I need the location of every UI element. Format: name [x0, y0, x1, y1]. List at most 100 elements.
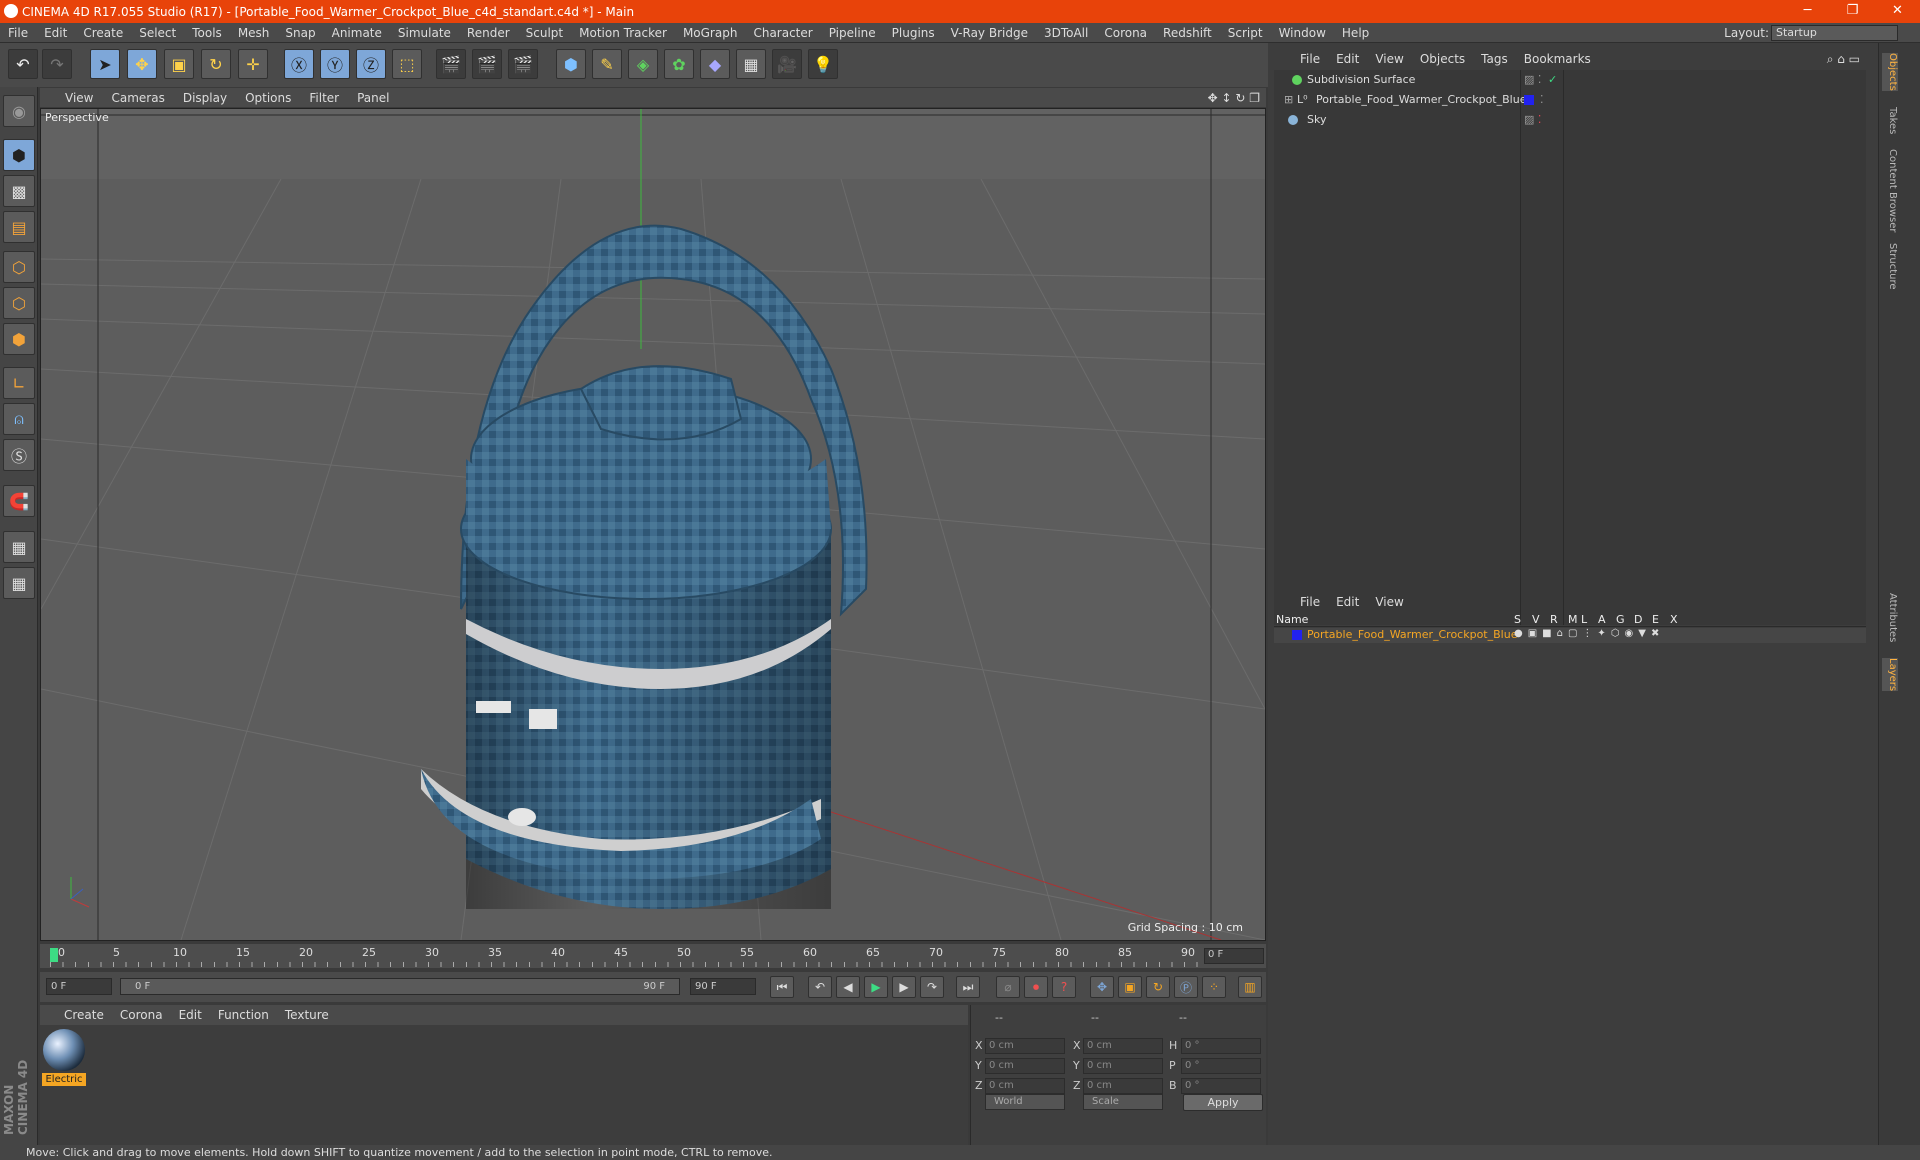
layer-menu-file[interactable]: File	[1292, 595, 1328, 609]
menu-create[interactable]: Create	[75, 26, 131, 40]
mat-menu-corona[interactable]: Corona	[112, 1008, 171, 1022]
menu-help[interactable]: Help	[1334, 26, 1377, 40]
menu-window[interactable]: Window	[1271, 26, 1334, 40]
camera-icon[interactable]: 🎥	[772, 49, 802, 79]
layer-menu-edit[interactable]: Edit	[1328, 595, 1367, 609]
tab-attributes[interactable]: Attributes	[1882, 593, 1898, 642]
menu-mograph[interactable]: MoGraph	[675, 26, 746, 40]
render-view-icon[interactable]: 🎬	[436, 49, 466, 79]
menu-render[interactable]: Render	[459, 26, 518, 40]
mat-menu-texture[interactable]: Texture	[277, 1008, 337, 1022]
menu-edit[interactable]: Edit	[36, 26, 75, 40]
workplane-icon[interactable]: ▤	[3, 211, 35, 243]
menu-simulate[interactable]: Simulate	[390, 26, 459, 40]
apply-button[interactable]: Apply	[1183, 1094, 1263, 1111]
polygons-mode-icon[interactable]: ⬢	[3, 323, 35, 355]
menu-redshift[interactable]: Redshift	[1155, 26, 1220, 40]
size-x-field[interactable]: 0 cm	[1083, 1038, 1163, 1054]
menu-snap[interactable]: Snap	[277, 26, 323, 40]
autokey-icon[interactable]: ?	[1052, 976, 1076, 998]
menu-tools[interactable]: Tools	[184, 26, 230, 40]
range-slider[interactable]: 0 F 90 F	[120, 978, 680, 995]
scale-dropdown[interactable]: Scale	[1083, 1094, 1163, 1110]
menu-script[interactable]: Script	[1220, 26, 1271, 40]
enabled-check-icon[interactable]: ✓	[1548, 70, 1557, 90]
key-parameter-icon[interactable]: Ⓟ	[1174, 976, 1198, 998]
pos-x-field[interactable]: 0 cm	[985, 1038, 1065, 1054]
vp-menu-panel[interactable]: Panel	[348, 91, 398, 105]
texture-mode-icon[interactable]: ▩	[3, 175, 35, 207]
play-icon[interactable]: ▶	[864, 976, 888, 998]
render-settings-icon[interactable]: 🎬	[508, 49, 538, 79]
expand-icon[interactable]: ⊞	[1284, 90, 1293, 110]
model-mode-icon[interactable]: ⬢	[3, 139, 35, 171]
menu-pipeline[interactable]: Pipeline	[821, 26, 884, 40]
tab-takes[interactable]: Takes	[1882, 107, 1898, 134]
close-icon[interactable]: ✕	[1875, 0, 1920, 23]
layer-color-swatch[interactable]	[1524, 95, 1534, 105]
lock-workplane-icon[interactable]: ▦	[3, 531, 35, 563]
size-z-field[interactable]: 0 cm	[1083, 1078, 1163, 1094]
menu-3dtoall[interactable]: 3DToAll	[1036, 26, 1096, 40]
y-axis-icon[interactable]: Ⓨ	[320, 49, 350, 79]
vp-menu-options[interactable]: Options	[236, 91, 300, 105]
points-mode-icon[interactable]: ⬡	[3, 251, 35, 283]
rotate-icon[interactable]: ↻	[201, 49, 231, 79]
deformer-icon[interactable]: ◆	[700, 49, 730, 79]
layout-select[interactable]: Startup	[1771, 25, 1898, 41]
layer-menu-view[interactable]: View	[1367, 595, 1411, 609]
edges-mode-icon[interactable]: ⬡	[3, 287, 35, 319]
next-frame-icon[interactable]: ▶	[892, 976, 916, 998]
menu-mesh[interactable]: Mesh	[230, 26, 278, 40]
redo-icon[interactable]: ↷	[42, 49, 72, 79]
tab-content-browser[interactable]: Content Browser	[1882, 149, 1898, 232]
coordinate-system-icon[interactable]: ⬚	[392, 49, 422, 79]
cube-icon[interactable]: ⬢	[556, 49, 586, 79]
menu-sculpt[interactable]: Sculpt	[518, 26, 571, 40]
timeline-window-icon[interactable]: ▥	[1238, 976, 1262, 998]
menu-animate[interactable]: Animate	[324, 26, 390, 40]
obj-menu-bookmarks[interactable]: Bookmarks	[1516, 52, 1599, 66]
obj-menu-edit[interactable]: Edit	[1328, 52, 1367, 66]
vp-menu-view[interactable]: View	[56, 91, 102, 105]
obj-menu-tags[interactable]: Tags	[1473, 52, 1516, 66]
subdivision-icon[interactable]: ◈	[628, 49, 658, 79]
live-select-icon[interactable]: ✛	[238, 49, 268, 79]
scale-icon[interactable]: ▣	[164, 49, 194, 79]
menu-select[interactable]: Select	[131, 26, 184, 40]
obj-menu-objects[interactable]: Objects	[1412, 52, 1473, 66]
menu-motion-tracker[interactable]: Motion Tracker	[571, 26, 675, 40]
mat-menu-create[interactable]: Create	[56, 1008, 112, 1022]
layer-row[interactable]: Portable_Food_Warmer_Crockpot_Blue ●▣■⌂▢…	[1274, 628, 1866, 643]
rot-b-field[interactable]: 0 °	[1181, 1078, 1261, 1094]
layer-name[interactable]: Portable_Food_Warmer_Crockpot_Blue	[1307, 628, 1517, 641]
object-row-crockpot[interactable]: ⊞ L⁰ Portable_Food_Warmer_Crockpot_Blue …	[1274, 90, 1866, 110]
restore-icon[interactable]: ❐	[1830, 0, 1875, 23]
tab-structure[interactable]: Structure	[1882, 243, 1898, 290]
make-editable-icon[interactable]: ◉	[3, 95, 35, 127]
current-frame-field[interactable]: 0 F	[1204, 948, 1264, 964]
viewport-nav-icons[interactable]: ✥ ↕ ↻ ❐	[1199, 91, 1266, 105]
go-to-start-icon[interactable]: ⏮	[770, 976, 794, 998]
key-position-icon[interactable]: ✥	[1090, 976, 1114, 998]
mat-menu-function[interactable]: Function	[210, 1008, 277, 1022]
key-pla-icon[interactable]: ⁘	[1202, 976, 1226, 998]
motion-path-icon[interactable]: ⌀	[996, 976, 1020, 998]
pos-y-field[interactable]: 0 cm	[985, 1058, 1065, 1074]
visibility-dots-icon[interactable]: ▨ ⁚	[1524, 110, 1541, 130]
menu-corona[interactable]: Corona	[1096, 26, 1155, 40]
object-row-subdivision[interactable]: Subdivision Surface ▨ ⁚ ✓	[1274, 70, 1866, 90]
viewport-perspective[interactable]: Perspective Grid Spacing : 10 cm	[40, 108, 1266, 941]
tab-objects[interactable]: Objects	[1882, 53, 1898, 91]
previous-key-icon[interactable]: ↶	[808, 976, 832, 998]
record-icon[interactable]: ⏺	[1024, 976, 1048, 998]
mat-menu-edit[interactable]: Edit	[171, 1008, 210, 1022]
size-y-field[interactable]: 0 cm	[1083, 1058, 1163, 1074]
vp-menu-cameras[interactable]: Cameras	[102, 91, 173, 105]
obj-menu-view[interactable]: View	[1367, 52, 1411, 66]
render-picture-viewer-icon[interactable]: 🎬	[472, 49, 502, 79]
material-preview-icon[interactable]	[43, 1029, 85, 1071]
layer-color-swatch[interactable]	[1292, 630, 1302, 640]
solo-icon[interactable]: Ⓢ	[3, 439, 35, 471]
rot-p-field[interactable]: 0 °	[1181, 1058, 1261, 1074]
